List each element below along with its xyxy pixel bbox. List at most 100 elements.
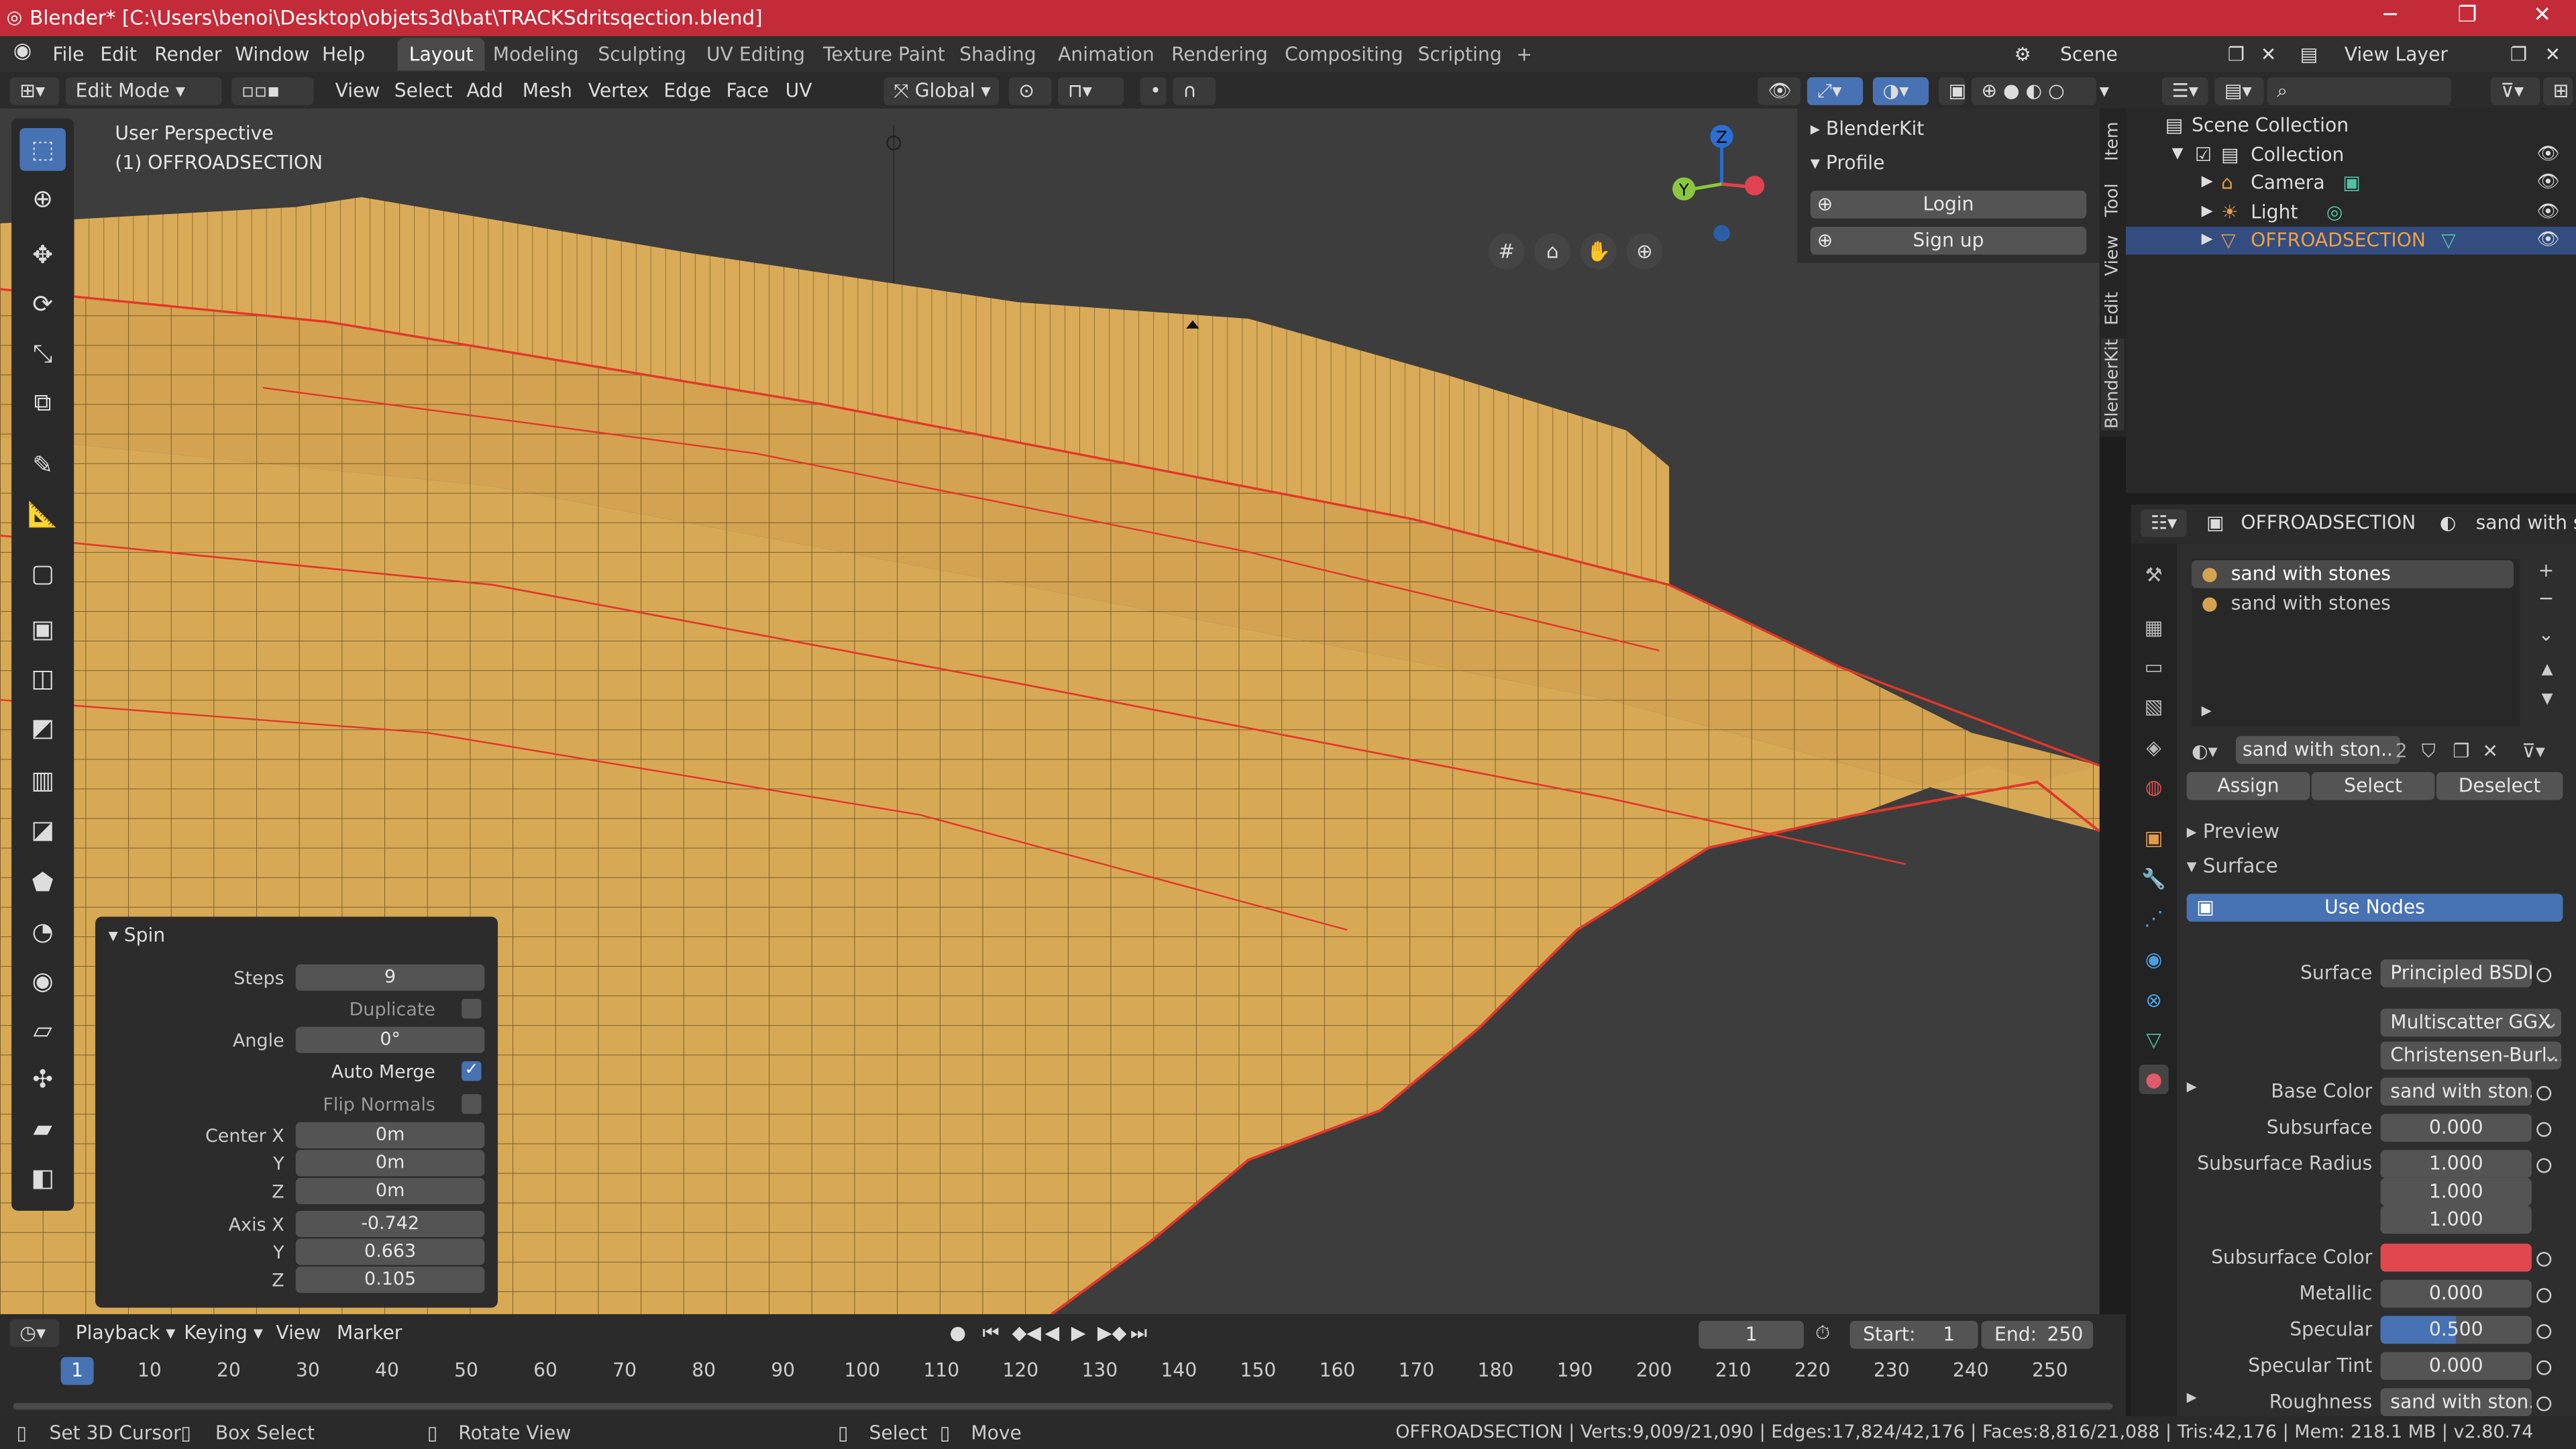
prop-field[interactable]: 0.500 (2380, 1316, 2532, 1344)
material-name-field[interactable]: sand with ston.. (2236, 736, 2400, 764)
jump-start-icon[interactable]: ⏮ (982, 1321, 999, 1346)
blender-menu-icon[interactable]: ◉ (13, 40, 32, 64)
editor-type-icon[interactable]: ⊞▾ (9, 77, 60, 105)
timeline-ruler[interactable]: 1 10 20 30 40 50 60 70 80 90 100 110 120 130 140 150 16… (0, 1353, 2126, 1390)
overlay-toggle-icon[interactable]: ◑▾ (1872, 77, 1929, 105)
outliner-search-input[interactable]: ⌕ (2267, 77, 2451, 105)
render-tab-icon[interactable]: ▦ (2139, 612, 2169, 642)
tool-tab-icon[interactable]: ⚒ (2139, 560, 2169, 590)
start-frame-field[interactable]: Start: 1 (1849, 1320, 1978, 1349)
particles-tab-icon[interactable]: ⋰ (2139, 904, 2169, 933)
rotate-tool-icon[interactable]: ⟳ (19, 282, 66, 325)
gizmo-toggle-icon[interactable]: ⤢▾ (1807, 77, 1864, 105)
transform-tool-icon[interactable]: ⧉ (19, 381, 66, 424)
signup-button[interactable]: ⊕ Sign up (1810, 226, 2087, 255)
select-mode-buttons[interactable]: ▫▫▪ (231, 77, 314, 105)
tab-tool[interactable]: Tool (2101, 174, 2124, 227)
prop-field[interactable]: 0.000 (2380, 1352, 2532, 1381)
tab-rendering[interactable]: Rendering (1160, 38, 1279, 70)
auto-merge-checkbox[interactable]: ✓ (462, 1061, 482, 1081)
eye-icon[interactable]: 👁 (2536, 228, 2559, 250)
material-browse-icon[interactable]: ◐▾ (2192, 739, 2218, 762)
camera-view-icon[interactable]: ⌂ (1534, 233, 1571, 270)
axis-z-field[interactable]: 0.105 (295, 1267, 485, 1293)
select-box-tool-icon[interactable]: ⬚ (19, 128, 66, 171)
spin-panel-header[interactable]: ▾ Spin (109, 923, 166, 946)
move-tool-icon[interactable]: ✥ (19, 233, 66, 276)
socket-dot-icon[interactable] (2536, 1158, 2552, 1173)
tab-texture-paint[interactable]: Texture Paint (812, 38, 957, 70)
socket-dot-icon[interactable] (2536, 1288, 2552, 1303)
scene-name[interactable]: Scene (2060, 43, 2118, 66)
camera-data-icon[interactable]: ▣ (2343, 171, 2361, 194)
expand-input-icon[interactable]: ▶ (2187, 1390, 2197, 1405)
socket-dot-icon[interactable] (2536, 1122, 2552, 1137)
world-tab-icon[interactable]: ◍ (2139, 772, 2169, 802)
view-layer-icon[interactable]: ▤ (2300, 43, 2318, 66)
shear-tool-icon[interactable]: ▰ (19, 1108, 66, 1150)
prop-field[interactable]: Principled BSDF (2380, 959, 2532, 987)
material-slot-2[interactable]: ● sand with stones (2192, 590, 2514, 618)
tab-scripting[interactable]: Scripting (1406, 38, 1513, 70)
shading-options-icon[interactable]: ▾ (2100, 79, 2109, 102)
expand-input-icon[interactable]: ▶ (2187, 1079, 2197, 1094)
new-scene-icon[interactable]: ❐ (2228, 43, 2245, 66)
duplicate-material-icon[interactable]: ❐ (2453, 739, 2469, 762)
material-slot-1[interactable]: ● sand with stones (2191, 560, 2514, 588)
scene-tab-icon[interactable]: ◈ (2139, 733, 2169, 762)
filter-icon[interactable]: ⊽▾ (2490, 77, 2540, 105)
steps-field[interactable]: 9 (295, 964, 485, 991)
smooth-tool-icon[interactable]: ◉ (19, 959, 66, 1002)
angle-field[interactable]: 0° (295, 1026, 485, 1053)
minimize-button[interactable]: ─ (2383, 3, 2396, 28)
menu-vertex[interactable]: Vertex (588, 79, 649, 102)
add-workspace-button[interactable]: + (1505, 38, 1544, 70)
xray-icon[interactable]: ▣ (1938, 77, 1966, 105)
preview-panel-header[interactable]: ▸ Preview (2187, 820, 2280, 843)
material-users-count[interactable]: 2 (2396, 739, 2408, 762)
eye-icon[interactable]: 👁 (2536, 143, 2559, 164)
dropdown-chevron-icon[interactable]: ⌄ (2543, 1010, 2559, 1033)
shading-mode-buttons[interactable]: ⊕ ● ◐ ○ (1971, 77, 2096, 105)
socket-dot-icon[interactable] (2536, 1396, 2552, 1411)
play-icon[interactable]: ▶ (1071, 1321, 1086, 1344)
menu-face[interactable]: Face (726, 79, 769, 102)
menu-window[interactable]: Window (235, 43, 309, 66)
close-window-button[interactable]: ✕ (2533, 3, 2551, 28)
annotate-tool-icon[interactable]: ✎ (19, 443, 66, 486)
unlink-material-icon[interactable]: ✕ (2482, 739, 2498, 762)
spin-tool-icon[interactable]: ◔ (19, 910, 66, 953)
slot-menu-icon[interactable]: ⌄ (2538, 623, 2555, 645)
rip-tool-icon[interactable]: ◧ (19, 1157, 66, 1199)
object-tab-icon[interactable]: ▣ (2139, 823, 2169, 853)
use-nodes-button[interactable]: ▣ Use Nodes (2186, 894, 2563, 922)
outliner-editor-type-icon[interactable]: ☰▾ (2161, 77, 2208, 105)
tab-uv-editing[interactable]: UV Editing (695, 38, 816, 70)
duplicate-checkbox[interactable] (462, 998, 482, 1019)
end-frame-field[interactable]: End: 250 (1981, 1320, 2094, 1349)
material-tab-icon[interactable]: ● (2139, 1064, 2169, 1095)
delete-scene-icon[interactable]: ✕ (2261, 43, 2277, 66)
properties-editor-type-icon[interactable]: ☷▾ (2141, 509, 2187, 537)
modifier-tab-icon[interactable]: 🔧 (2139, 864, 2169, 894)
tab-item[interactable]: Item (2101, 115, 2124, 167)
view-layer-name[interactable]: View Layer (2345, 43, 2448, 66)
expand-arrow-icon[interactable]: ▶ (2202, 204, 2213, 220)
prop-field[interactable]: 1.000 (2380, 1150, 2532, 1178)
menu-edit[interactable]: Edit (100, 43, 137, 66)
tab-edit[interactable]: Edit (2101, 282, 2124, 335)
prev-keyframe-icon[interactable]: ◆◀ (1012, 1321, 1041, 1344)
output-tab-icon[interactable]: ▭ (2139, 652, 2169, 682)
prop-field[interactable]: 1.000 (2380, 1177, 2532, 1206)
expand-list-icon[interactable]: ▶ (2202, 703, 2212, 718)
blenderkit-panel-header[interactable]: ▸ BlenderKit (1811, 117, 1925, 140)
tab-blenderkit[interactable]: BlenderKit (2101, 338, 2125, 431)
knife-tool-icon[interactable]: ◪ (19, 808, 66, 851)
tab-view[interactable]: View (2101, 230, 2124, 282)
visibility-icon[interactable]: 👁 (1758, 77, 1801, 105)
scale-tool-icon[interactable]: ⤡ (19, 332, 66, 375)
poly-build-tool-icon[interactable]: ⬟ (19, 861, 66, 904)
record-icon[interactable]: ● (950, 1321, 967, 1344)
physics-tab-icon[interactable]: ◉ (2139, 945, 2169, 974)
socket-dot-icon[interactable] (2536, 1085, 2552, 1101)
